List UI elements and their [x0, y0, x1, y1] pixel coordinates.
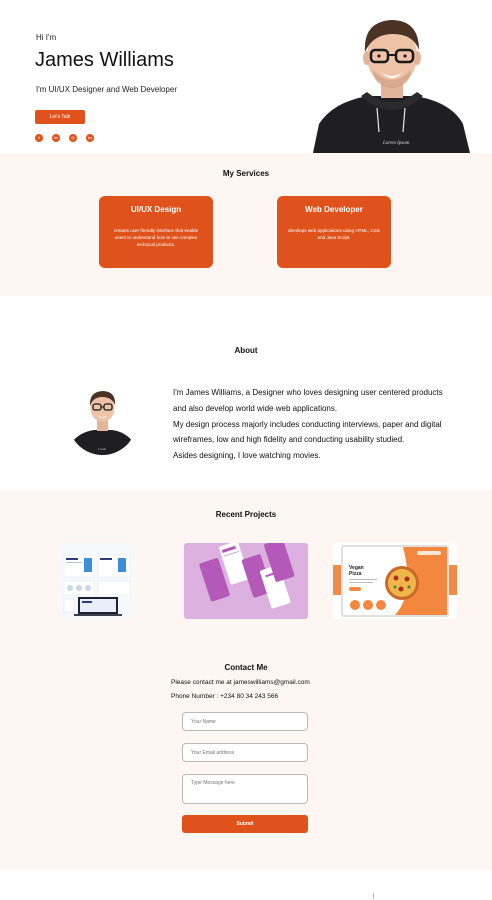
contact-phone: Phone Number : +234 80 34 243 566: [171, 693, 279, 700]
name-input[interactable]: [182, 712, 308, 731]
about-description: I'm James Williams, a Designer who loves…: [173, 385, 473, 464]
social-links: t in ◎ in: [35, 134, 94, 142]
hero-section: Hi I'm James Williams I'm UI/UX Designer…: [0, 0, 492, 153]
lets-talk-button[interactable]: Let's Talk: [35, 110, 85, 124]
services-section: My Services UI/UX Design creates user fr…: [0, 153, 492, 296]
instagram-icon[interactable]: ◎: [69, 134, 77, 142]
service-card-desc: develops web applications using HTML, CS…: [288, 228, 380, 240]
about-line: I'm James Williams, a Designer who loves…: [173, 388, 443, 397]
svg-text:Lorem Ipsum: Lorem Ipsum: [382, 141, 410, 146]
hero-name: James Williams: [35, 49, 174, 71]
about-line: wireframes, low and high fidelity and co…: [173, 435, 405, 445]
services-title: My Services: [222, 169, 270, 178]
contact-section: Contact Me Please contact me at jameswil…: [0, 645, 492, 870]
project-thumbnail-pizza[interactable]: Vegan Pizza: [333, 543, 457, 619]
linkedin-icon[interactable]: in: [52, 134, 60, 142]
contact-email: Please contact me at jameswilliams@gmail…: [171, 679, 310, 686]
linkedin-icon[interactable]: in: [86, 134, 94, 142]
service-card-title: UI/UX Design: [130, 205, 182, 214]
service-card-desc: creates user friendly interface that ena…: [113, 228, 199, 247]
project-thumbnail-website[interactable]: [60, 543, 134, 619]
project-thumbnail-mobile-app[interactable]: [184, 543, 308, 619]
pizza-title-line2: Pizza: [349, 571, 362, 577]
message-textarea[interactable]: [182, 774, 308, 804]
hero-role: I'm UI/UX Designer and Web Developer: [36, 85, 177, 94]
about-line: and also develop world wide web applicat…: [173, 403, 338, 413]
service-card-title: Web Developer: [305, 205, 363, 214]
projects-section: Recent Projects Vegan Pizza: [0, 490, 492, 645]
projects-title: Recent Projects: [215, 510, 277, 519]
about-title: About: [234, 346, 258, 355]
profile-photo: Lorem Ipsum: [313, 12, 470, 153]
about-line: My design process majorly includes condu…: [173, 419, 442, 429]
about-line: Asides designing, I love watching movies…: [173, 451, 321, 461]
contact-title: Contact Me: [224, 663, 268, 672]
service-card-uiux: UI/UX Design creates user friendly inter…: [99, 196, 213, 268]
about-avatar: Lorem: [68, 386, 137, 455]
svg-text:Lorem: Lorem: [98, 447, 107, 451]
twitter-icon[interactable]: t: [35, 134, 43, 142]
greeting: Hi I'm: [36, 33, 57, 42]
email-input[interactable]: [182, 743, 308, 762]
footer-divider: [373, 893, 374, 899]
submit-button[interactable]: Submit: [182, 815, 308, 833]
service-card-web: Web Developer develops web applications …: [277, 196, 391, 268]
